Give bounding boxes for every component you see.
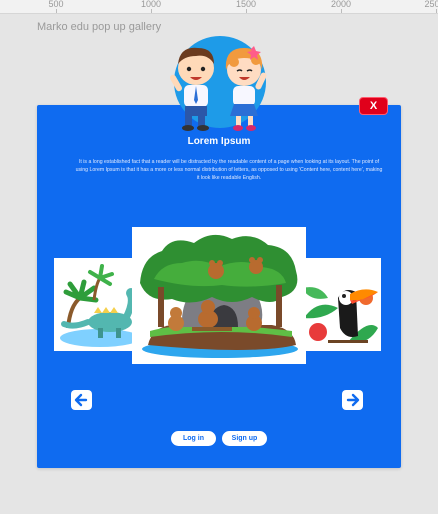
previous-button[interactable] xyxy=(71,390,92,410)
ruler-tickmark xyxy=(341,9,342,13)
kids-mascot-illustration xyxy=(170,36,267,131)
modal-title: Lorem Ipsum xyxy=(187,136,251,147)
ruler-tickmark xyxy=(151,9,152,13)
arrow-right-icon xyxy=(346,393,360,407)
ruler-tick: 250 xyxy=(424,0,438,9)
frame-title[interactable]: Marko edu pop up gallery xyxy=(37,21,161,33)
gallery-image-toucan[interactable] xyxy=(298,258,381,351)
login-button[interactable]: Log in xyxy=(171,431,216,446)
canvas-ruler: 500 1000 1500 2000 250 xyxy=(0,0,438,14)
arrow-left-icon xyxy=(74,393,88,407)
modal-description: It is a long established fact that a rea… xyxy=(75,159,383,181)
next-button[interactable] xyxy=(342,390,363,410)
ruler-tick: 500 xyxy=(48,0,64,9)
ruler-tickmark xyxy=(246,9,247,13)
ruler-tickmark xyxy=(436,9,437,13)
ruler-tickmark xyxy=(56,9,57,13)
ruler-tick: 1500 xyxy=(235,0,257,9)
gallery-image-bears-island[interactable] xyxy=(132,227,306,364)
gallery-image-dinosaur[interactable] xyxy=(54,258,142,351)
signup-button[interactable]: Sign up xyxy=(222,431,267,446)
ruler-tick: 2000 xyxy=(330,0,352,9)
close-button[interactable]: X xyxy=(359,97,388,115)
ruler-tick: 1000 xyxy=(140,0,162,9)
